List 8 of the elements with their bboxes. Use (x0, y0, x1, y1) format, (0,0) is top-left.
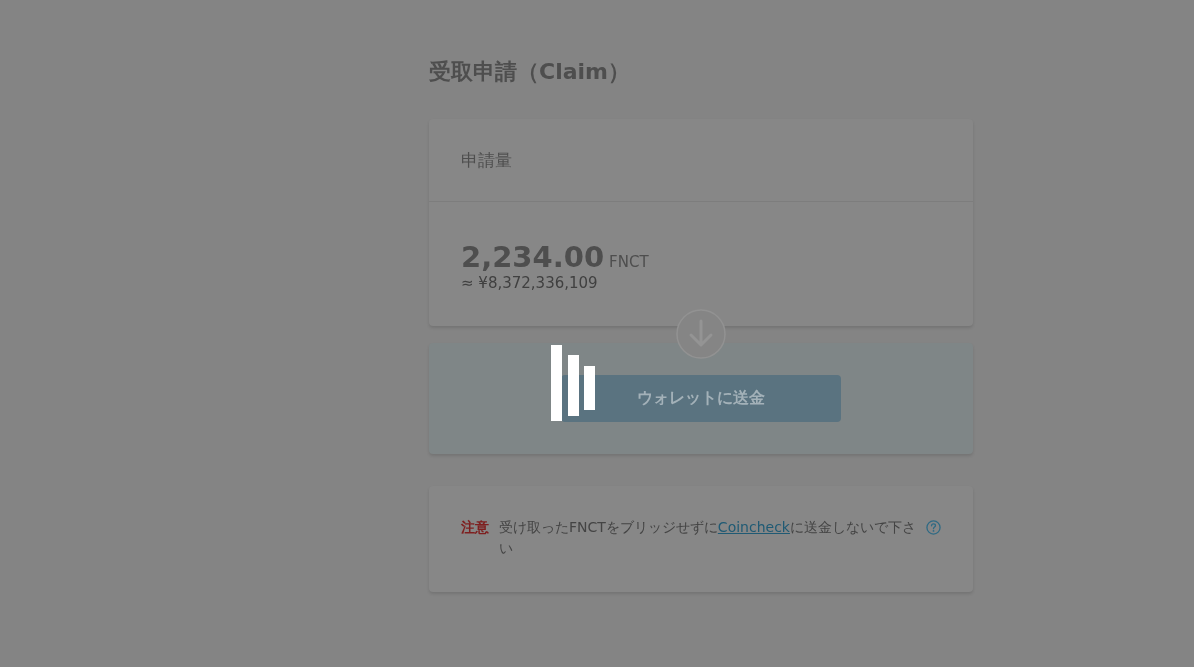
amount-value: 2,234.00 (461, 240, 605, 274)
fiat-estimate: ≈ ¥8,372,336,109 (461, 273, 598, 293)
send-to-wallet-button[interactable]: ウォレットに送金 (561, 375, 841, 422)
help-icon[interactable] (926, 520, 941, 535)
notice-text: 受け取ったFNCTをブリッジせずにCoincheckに送金しないで下さい (499, 518, 916, 558)
coincheck-link[interactable]: Coincheck (717, 519, 790, 535)
notice-label: 注意 (461, 518, 489, 537)
amount-unit: FNCT (609, 253, 649, 271)
